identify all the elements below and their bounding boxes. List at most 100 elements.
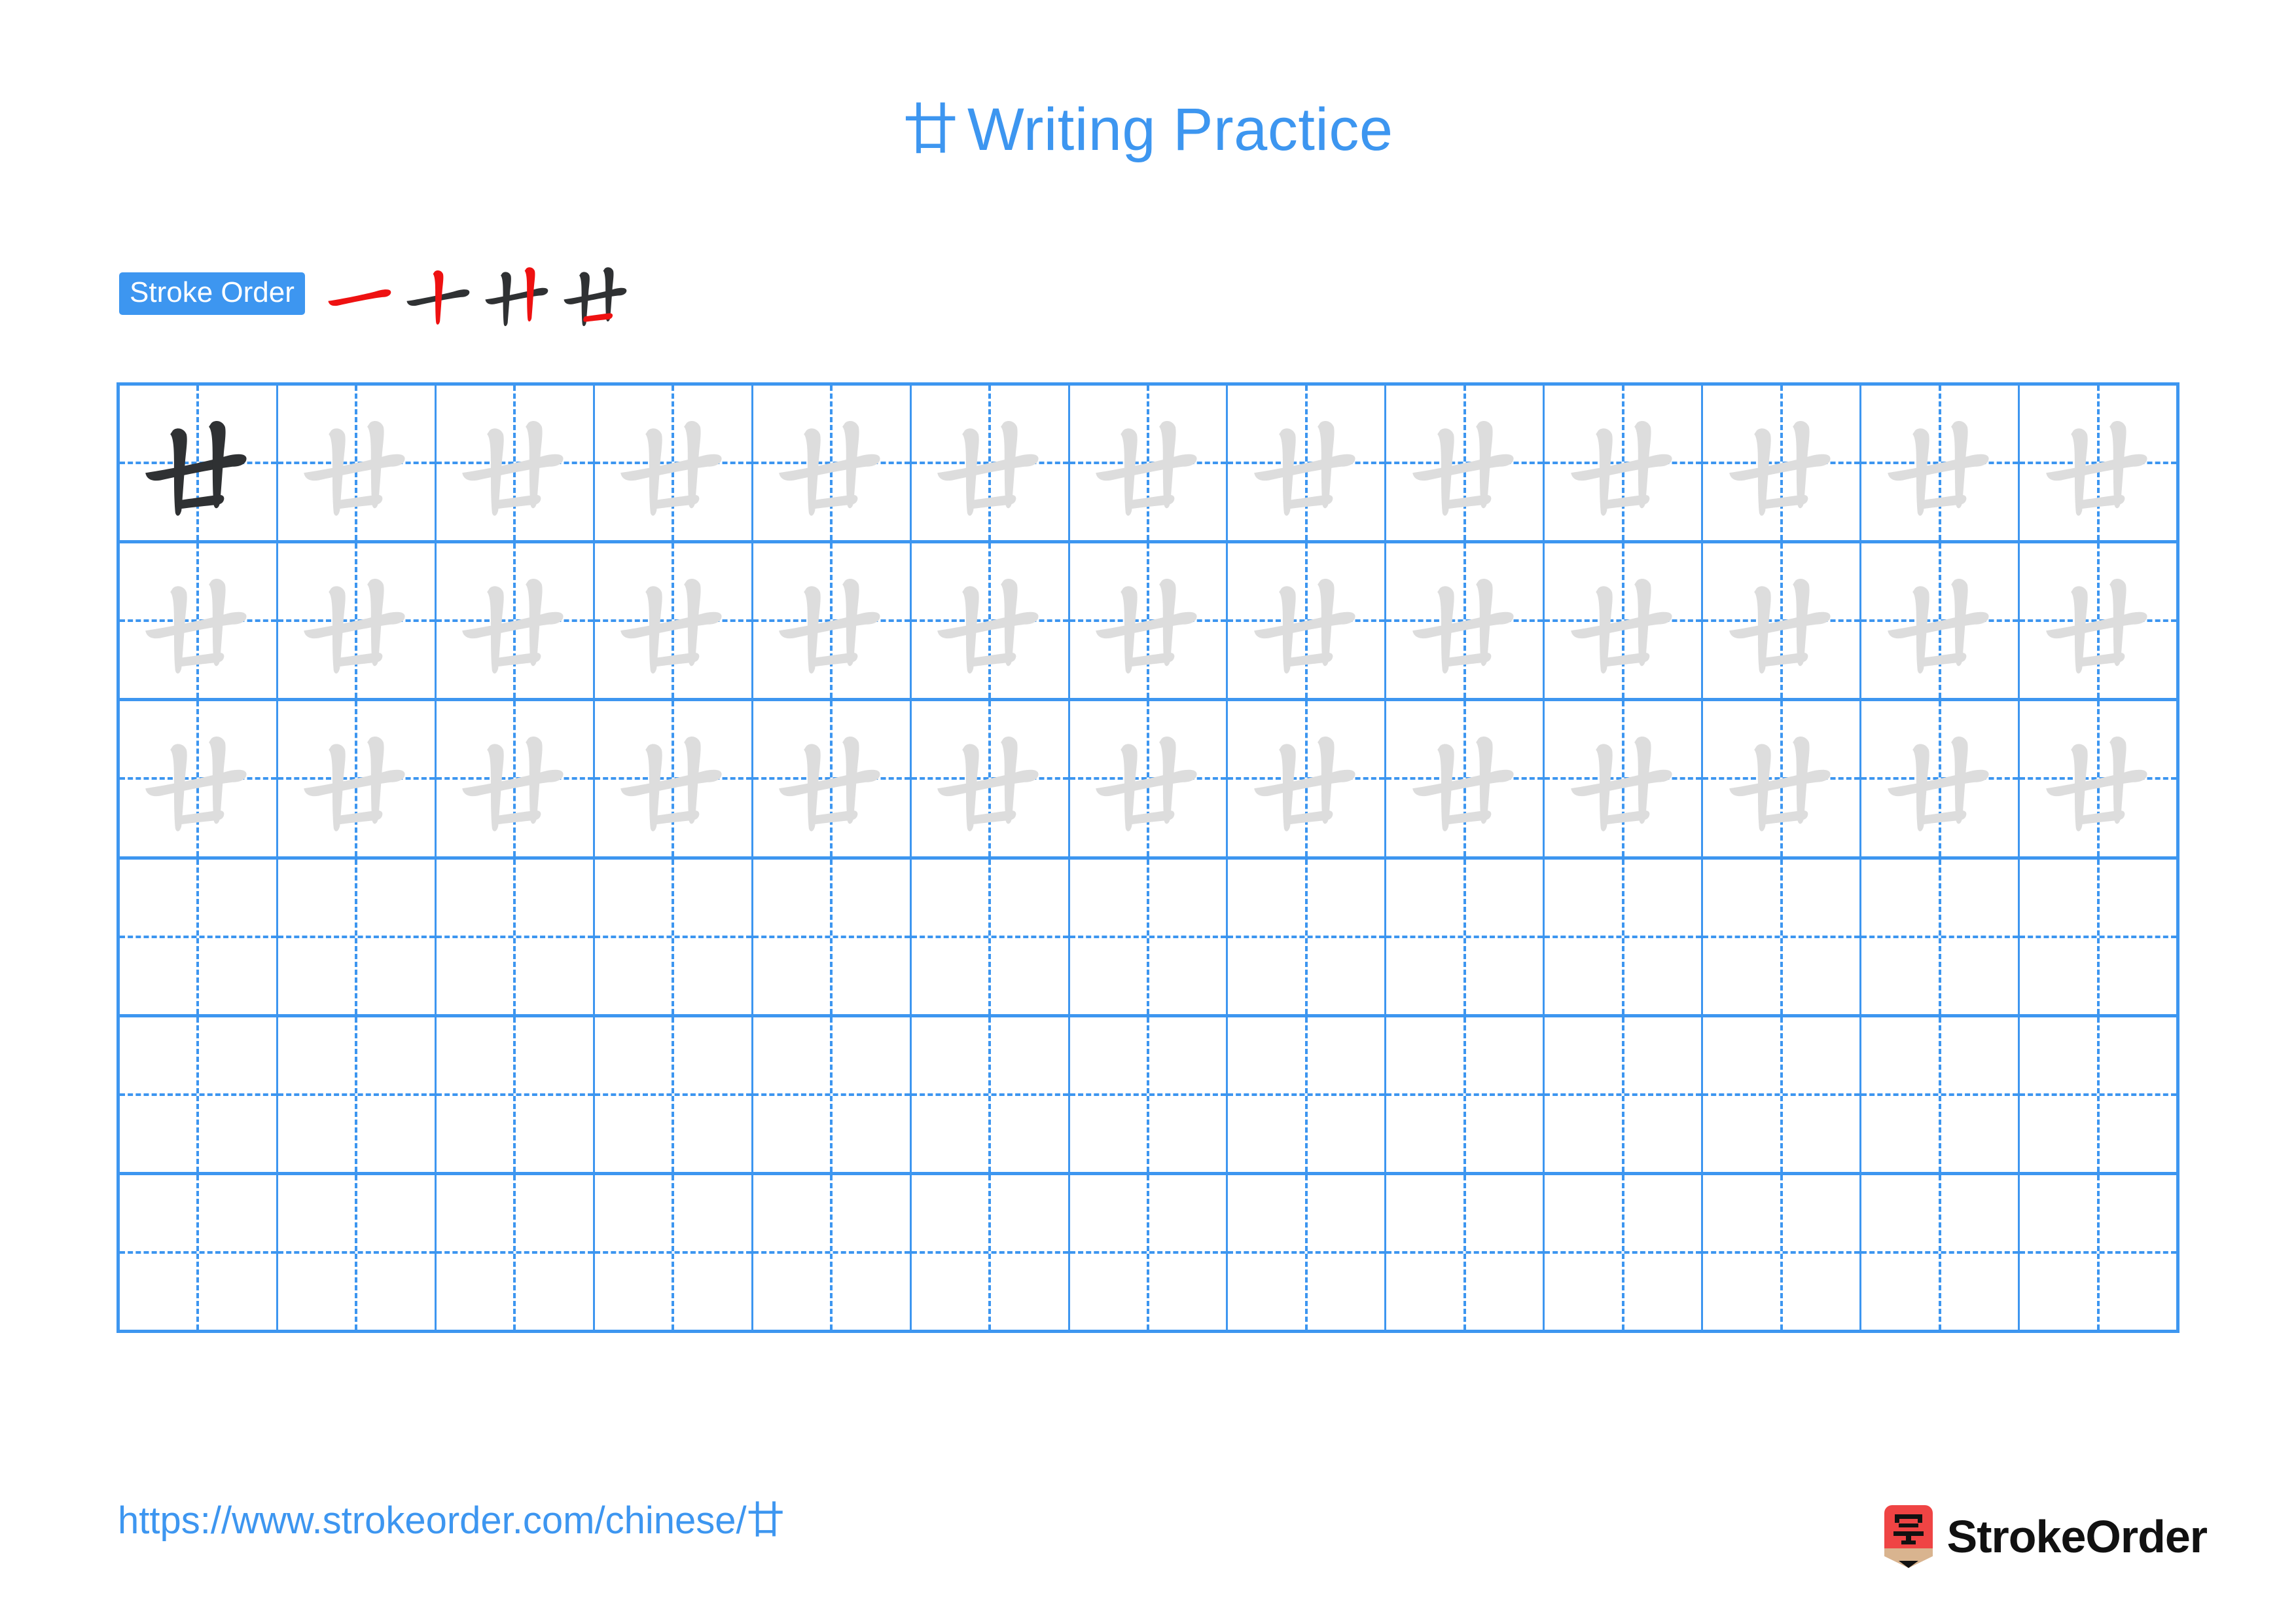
practice-cell-empty[interactable] — [437, 1175, 595, 1330]
practice-cell-trace[interactable] — [753, 386, 912, 541]
practice-cell-empty[interactable] — [595, 1175, 753, 1330]
practice-cell-trace[interactable] — [2020, 543, 2176, 698]
practice-cell-empty[interactable] — [595, 859, 753, 1014]
character-trace — [437, 701, 593, 856]
practice-cell-trace[interactable] — [595, 701, 753, 856]
stroke-step-2-glyph — [406, 270, 470, 325]
practice-cell-trace[interactable] — [912, 543, 1070, 699]
practice-cell-ink[interactable] — [120, 386, 278, 541]
practice-cell-empty[interactable] — [1386, 1175, 1545, 1330]
practice-cell-trace[interactable] — [437, 701, 595, 856]
practice-cell-trace[interactable] — [278, 543, 437, 699]
practice-cell-trace[interactable] — [1070, 386, 1229, 541]
practice-cell-empty[interactable] — [753, 1175, 912, 1330]
character-trace — [1861, 701, 2018, 856]
practice-cell-trace[interactable] — [1070, 543, 1229, 699]
character-trace — [1386, 701, 1543, 856]
practice-cell-empty[interactable] — [753, 1017, 912, 1172]
practice-cell-empty[interactable] — [1703, 859, 1862, 1014]
practice-cell-empty[interactable] — [1703, 1017, 1862, 1172]
character-trace — [912, 543, 1068, 698]
practice-grid-row — [120, 859, 2176, 1017]
practice-cell-trace[interactable] — [278, 386, 437, 541]
practice-cell-empty[interactable] — [120, 1017, 278, 1172]
character-trace — [437, 386, 593, 540]
practice-cell-trace[interactable] — [1703, 386, 1862, 541]
page-title: 廿 Writing Practice — [0, 100, 2296, 160]
practice-cell-empty[interactable] — [278, 1175, 437, 1330]
practice-cell-trace[interactable] — [120, 543, 278, 699]
practice-cell-empty[interactable] — [278, 1017, 437, 1172]
practice-cell-trace[interactable] — [1386, 543, 1545, 699]
character-trace — [1861, 543, 2018, 698]
practice-cell-empty[interactable] — [1228, 1017, 1387, 1172]
practice-cell-empty[interactable] — [1386, 1017, 1545, 1172]
practice-cell-trace[interactable] — [912, 386, 1070, 541]
practice-cell-empty[interactable] — [1228, 859, 1387, 1014]
practice-cell-empty[interactable] — [278, 859, 437, 1014]
practice-cell-trace[interactable] — [1703, 701, 1862, 856]
practice-cell-trace[interactable] — [595, 386, 753, 541]
character-trace — [1703, 386, 1859, 540]
practice-cell-trace[interactable] — [437, 543, 595, 699]
practice-cell-empty[interactable] — [912, 859, 1070, 1014]
practice-cell-trace[interactable] — [1545, 386, 1704, 541]
practice-cell-empty[interactable] — [1545, 1017, 1704, 1172]
practice-cell-trace[interactable] — [1861, 701, 2020, 856]
practice-cell-empty[interactable] — [1070, 859, 1229, 1014]
practice-cell-trace[interactable] — [1386, 701, 1545, 856]
character-trace — [1861, 386, 2018, 540]
practice-cell-trace[interactable] — [1228, 386, 1387, 541]
source-url[interactable]: https://www.strokeorder.com/chinese/廿 — [118, 1498, 785, 1544]
practice-cell-empty[interactable] — [1545, 859, 1704, 1014]
practice-cell-trace[interactable] — [2020, 701, 2176, 856]
practice-cell-empty[interactable] — [1861, 1017, 2020, 1172]
brand-name: StrokeOrder — [1946, 1511, 2208, 1562]
practice-cell-trace[interactable] — [1545, 701, 1704, 856]
practice-cell-empty[interactable] — [912, 1017, 1070, 1172]
practice-cell-trace[interactable] — [1386, 386, 1545, 541]
character-trace — [1070, 543, 1227, 698]
page-title-text: Writing Practice — [967, 96, 1393, 163]
practice-cell-empty[interactable] — [1070, 1175, 1229, 1330]
practice-grid-row — [120, 1017, 2176, 1175]
stroke-step-3-glyph — [485, 267, 548, 327]
practice-cell-empty[interactable] — [437, 1017, 595, 1172]
stroke-order-section: Stroke Order — [119, 259, 636, 327]
practice-cell-trace[interactable] — [1228, 701, 1387, 856]
practice-cell-empty[interactable] — [1861, 1175, 2020, 1330]
practice-cell-empty[interactable] — [1861, 859, 2020, 1014]
practice-cell-empty[interactable] — [120, 859, 278, 1014]
practice-cell-empty[interactable] — [1703, 1175, 1862, 1330]
practice-cell-empty[interactable] — [595, 1017, 753, 1172]
practice-cell-trace[interactable] — [120, 701, 278, 856]
practice-cell-empty[interactable] — [2020, 1017, 2176, 1172]
practice-cell-empty[interactable] — [1386, 859, 1545, 1014]
practice-cell-trace[interactable] — [753, 701, 912, 856]
practice-cell-empty[interactable] — [2020, 1175, 2176, 1330]
practice-cell-trace[interactable] — [1070, 701, 1229, 856]
practice-cell-empty[interactable] — [912, 1175, 1070, 1330]
character-trace — [595, 701, 751, 856]
practice-cell-empty[interactable] — [1545, 1175, 1704, 1330]
practice-cell-trace[interactable] — [1861, 386, 2020, 541]
practice-cell-empty[interactable] — [437, 859, 595, 1014]
practice-cell-trace[interactable] — [437, 386, 595, 541]
practice-cell-trace[interactable] — [1545, 543, 1704, 699]
character-trace — [1228, 386, 1384, 540]
practice-cell-trace[interactable] — [1861, 543, 2020, 699]
practice-cell-trace[interactable] — [278, 701, 437, 856]
practice-cell-empty[interactable] — [120, 1175, 278, 1330]
practice-cell-trace[interactable] — [753, 543, 912, 699]
character-trace — [278, 386, 435, 540]
practice-cell-empty[interactable] — [753, 859, 912, 1014]
practice-cell-trace[interactable] — [1228, 543, 1387, 699]
practice-cell-trace[interactable] — [912, 701, 1070, 856]
practice-cell-empty[interactable] — [2020, 860, 2176, 1014]
practice-cell-empty[interactable] — [1070, 1017, 1229, 1172]
practice-cell-trace[interactable] — [2020, 386, 2176, 540]
character-trace — [278, 543, 435, 698]
practice-cell-trace[interactable] — [595, 543, 753, 699]
practice-cell-empty[interactable] — [1228, 1175, 1387, 1330]
practice-cell-trace[interactable] — [1703, 543, 1862, 699]
